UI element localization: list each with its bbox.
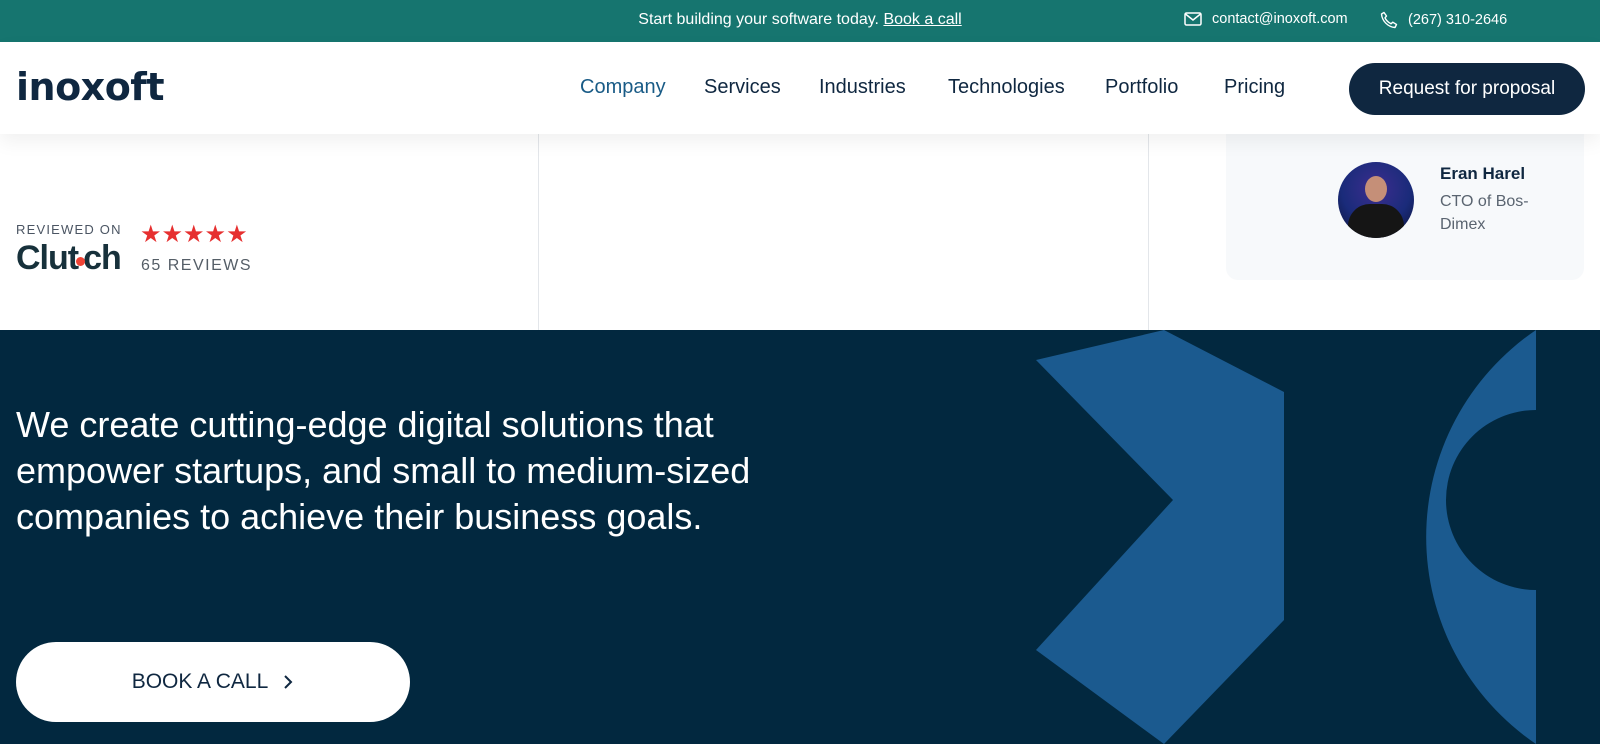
star-icon: ★ <box>183 221 205 248</box>
email-address: contact@inoxoft.com <box>1212 11 1348 27</box>
announcement-bar: Start building your software today. Book… <box>0 0 1600 42</box>
phone-contact[interactable]: (267) 310-2646 <box>1380 11 1507 29</box>
email-contact[interactable]: contact@inoxoft.com <box>1184 11 1348 27</box>
book-a-call-link[interactable]: Book a call <box>883 11 961 28</box>
request-proposal-button[interactable]: Request for proposal <box>1349 63 1585 115</box>
nav-company[interactable]: Company <box>580 76 666 99</box>
reviewed-on-label: REVIEWED ON <box>16 222 122 237</box>
testimonial-author-role: CTO of Bos-Dimex <box>1440 193 1529 233</box>
clutch-dot-icon <box>76 257 86 266</box>
book-a-call-button[interactable]: BOOK A CALL <box>16 642 410 722</box>
phone-icon <box>1380 11 1398 29</box>
brand-graphic <box>1036 330 1546 744</box>
column-divider <box>538 134 539 330</box>
rating-stars: ★★★★★ <box>140 220 248 249</box>
promo-message: Start building your software today. Book… <box>0 11 1600 29</box>
star-icon: ★ <box>140 221 162 248</box>
inoxoft-logo[interactable]: inoxoft <box>16 65 165 109</box>
column-divider <box>1148 134 1149 330</box>
nav-services[interactable]: Services <box>704 76 781 99</box>
nav-pricing[interactable]: Pricing <box>1224 76 1285 99</box>
avatar-face <box>1365 176 1387 202</box>
hero-section: We create cutting-edge digital solutions… <box>0 330 1600 744</box>
mail-icon <box>1184 12 1202 26</box>
star-icon: ★ <box>226 221 248 248</box>
review-count: 65 REVIEWS <box>141 257 253 274</box>
star-icon: ★ <box>161 221 184 248</box>
author-avatar <box>1338 162 1414 238</box>
clutch-logo[interactable]: Clut ch <box>16 239 122 278</box>
star-icon: ★ <box>204 221 227 248</box>
phone-number: (267) 310-2646 <box>1408 12 1508 28</box>
hero-headline: We create cutting-edge digital solutions… <box>16 404 751 537</box>
nav-portfolio[interactable]: Portfolio <box>1105 76 1178 99</box>
site-header: inoxoft Company Services Industries Tech… <box>0 42 1600 134</box>
nav-technologies[interactable]: Technologies <box>948 76 1065 99</box>
nav-industries[interactable]: Industries <box>819 76 906 99</box>
book-a-call-label: BOOK A CALL <box>131 670 269 693</box>
promo-text: Start building your software today. <box>638 11 879 28</box>
testimonial-author-name: Eran Harel <box>1440 164 1526 183</box>
avatar-body <box>1348 204 1404 238</box>
chevron-right-icon <box>284 675 293 689</box>
